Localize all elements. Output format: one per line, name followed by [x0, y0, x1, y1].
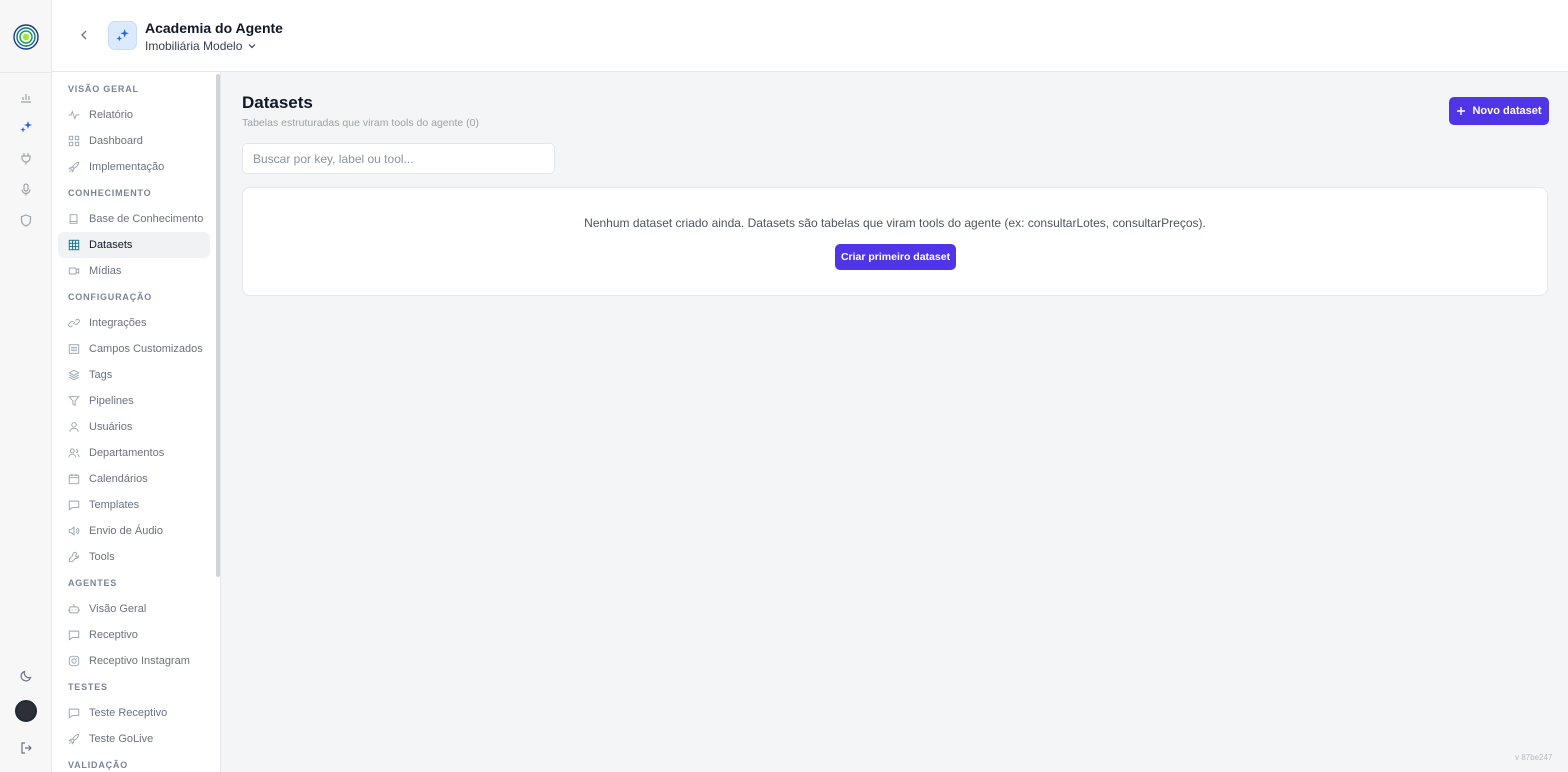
sidebar-item-pipelines[interactable]: Pipelines [58, 388, 210, 414]
sidebar-section-title: AGENTES [68, 578, 118, 588]
sidebar-item-tools[interactable]: Tools [58, 544, 210, 570]
plus-icon [1457, 107, 1466, 115]
sidebar-item-label: Receptivo [89, 629, 138, 641]
list-icon [68, 343, 80, 355]
empty-state-card: Nenhum dataset criado ainda. Datasets sã… [242, 187, 1548, 296]
user-avatar[interactable] [15, 700, 37, 722]
sidebar-item-label: Campos Customizados [89, 343, 203, 355]
chevron-down-icon [248, 44, 256, 49]
sidebar-item-label: Datasets [89, 239, 133, 251]
sidebar-scrollbar[interactable] [216, 74, 220, 577]
link-icon [68, 317, 80, 329]
sidebar-item-integracoes[interactable]: Integrações [58, 310, 210, 336]
icon-rail [0, 0, 52, 772]
page-subtitle: Tabelas estruturadas que viram tools do … [242, 117, 479, 129]
sidebar-item-calendarios[interactable]: Calendários [58, 466, 210, 492]
sparkles-icon[interactable] [17, 118, 35, 136]
sidebar-item-label: Templates [89, 499, 140, 511]
sidebar-section-title: CONFIGURAÇÃO [68, 292, 153, 302]
sidebar-item-envio-de-audio[interactable]: Envio de Áudio [58, 518, 210, 544]
sidebar-item-label: Integrações [89, 317, 147, 329]
shield-icon[interactable] [17, 211, 35, 229]
bot-icon [68, 603, 80, 615]
instagram-icon [68, 655, 80, 667]
sidebar-item-label: Relatório [89, 109, 134, 121]
sidebar-item-campos-customizados[interactable]: Campos Customizados [58, 336, 210, 362]
sidebar-section-title: TESTES [68, 682, 108, 692]
sidebar-item-label: Calendários [89, 473, 148, 485]
message-icon [68, 499, 80, 511]
agent-sparkles-icon [108, 21, 137, 50]
sidebar-item-label: Departamentos [89, 447, 165, 459]
sidebar-item-dashboard[interactable]: Dashboard [58, 128, 210, 154]
grid-icon [68, 135, 80, 147]
wrench-icon [68, 551, 80, 563]
sidebar-item-relatorio[interactable]: Relatório [58, 102, 210, 128]
message-icon [68, 707, 80, 719]
volume-icon [68, 525, 80, 537]
empty-state-text: Nenhum dataset criado ainda. Datasets sã… [584, 216, 1206, 230]
activity-icon [68, 109, 80, 121]
rocket-icon [68, 733, 80, 745]
sidebar-item-label: Teste GoLive [89, 733, 154, 745]
video-icon [68, 265, 80, 277]
table-icon [68, 239, 80, 251]
sidebar-item-label: Tools [89, 551, 115, 563]
users-icon [68, 447, 80, 459]
bar-chart-icon[interactable] [17, 88, 35, 106]
sidebar-item-label: Envio de Áudio [89, 525, 163, 537]
message-icon [68, 629, 80, 641]
sidebar-item-label: Teste Receptivo [89, 707, 168, 719]
sidebar-section-title: CONHECIMENTO [68, 188, 152, 198]
sidebar-item-label: Receptivo Instagram [89, 655, 190, 667]
sidebar-item-usuarios[interactable]: Usuários [58, 414, 210, 440]
new-dataset-button[interactable]: Novo dataset [1449, 97, 1549, 125]
filter-icon [68, 395, 80, 407]
layers-icon [68, 369, 80, 381]
sidebar-item-implementacao[interactable]: Implementação [58, 154, 210, 180]
sidebar-item-base-de-conhecimento[interactable]: Base de Conhecimento [58, 206, 210, 232]
sidebar-item-tags[interactable]: Tags [58, 362, 210, 388]
sidebar-nav: VISÃO GERAL Relatório Dashboard Implementaç… [52, 72, 221, 772]
page-title: Datasets [242, 93, 313, 112]
rail-divider [0, 72, 52, 73]
sidebar-item-label: Visão Geral [89, 603, 147, 615]
agent-title: Academia do Agente [145, 20, 283, 36]
top-header: Academia do Agente Imobiliária Modelo [52, 0, 1568, 72]
logout-icon[interactable] [17, 739, 35, 757]
sidebar-item-departamentos[interactable]: Departamentos [58, 440, 210, 466]
sidebar-item-label: Dashboard [89, 135, 143, 147]
sidebar-item-teste-receptivo[interactable]: Teste Receptivo [58, 700, 210, 726]
sidebar-item-templates[interactable]: Templates [58, 492, 210, 518]
sidebar-section-title: VISÃO GERAL [68, 84, 139, 94]
moon-icon[interactable] [17, 667, 35, 685]
calendar-icon [68, 473, 80, 485]
search-input[interactable] [242, 143, 555, 174]
sidebar-item-label: Pipelines [89, 395, 134, 407]
sidebar-item-label: Tags [89, 369, 113, 381]
sidebar-item-receptivo[interactable]: Receptivo [58, 622, 210, 648]
book-icon [68, 213, 80, 225]
sidebar-item-visao-geral[interactable]: Visão Geral [58, 596, 210, 622]
microphone-icon[interactable] [17, 180, 35, 198]
workspace-name: Imobiliária Modelo [145, 39, 243, 53]
sidebar-item-receptivo-instagram[interactable]: Receptivo Instagram [58, 648, 210, 674]
back-chevron-icon[interactable] [76, 27, 92, 43]
new-dataset-label: Novo dataset [1472, 105, 1542, 117]
sidebar-item-midias[interactable]: Mídias [58, 258, 210, 284]
workspace-selector[interactable]: Imobiliária Modelo [145, 39, 256, 53]
sidebar-item-label: Base de Conhecimento [89, 213, 204, 225]
sidebar-item-datasets[interactable]: Datasets [58, 232, 210, 258]
plug-icon[interactable] [17, 149, 35, 167]
sidebar-item-label: Usuários [89, 421, 133, 433]
user-icon [68, 421, 80, 433]
rocket-icon [68, 161, 80, 173]
create-first-dataset-button[interactable]: Criar primeiro dataset [835, 244, 956, 270]
version-label: v 87be247 [1515, 753, 1553, 762]
sidebar-section-title: VALIDAÇÃO [68, 760, 129, 770]
sidebar-item-label: Mídias [89, 265, 122, 277]
app-logo-icon[interactable] [13, 24, 39, 50]
sidebar-item-teste-golive[interactable]: Teste GoLive [58, 726, 210, 752]
sidebar-item-label: Implementação [89, 161, 165, 173]
